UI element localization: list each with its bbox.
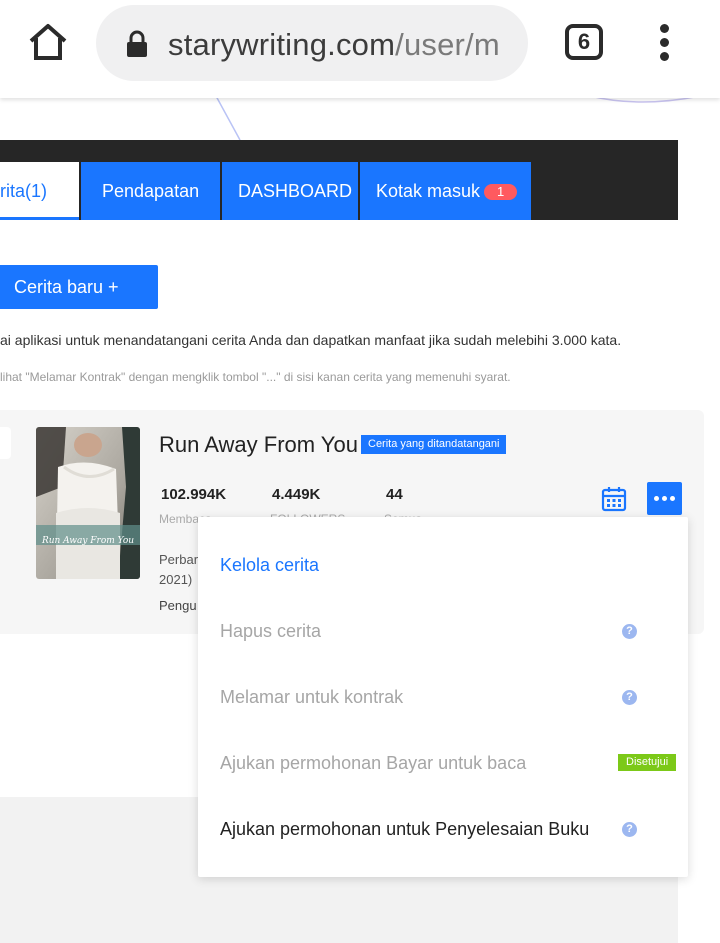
stat-followers-value: 4.449K xyxy=(272,486,321,503)
menu-item-label: Melamar untuk kontrak xyxy=(220,687,404,707)
more-options-button[interactable] xyxy=(647,482,682,515)
tab-inbox-label: Kotak masuk xyxy=(376,181,481,201)
help-icon[interactable]: ? xyxy=(622,822,637,837)
url-domain: starywriting.com xyxy=(168,27,396,62)
menu-item-manage-story[interactable]: Kelola cerita xyxy=(198,532,688,598)
inbox-count-badge: 1 xyxy=(484,184,518,200)
story-year-text: 2021) xyxy=(159,572,193,587)
story-status-text: Pengu xyxy=(159,598,197,613)
calendar-icon[interactable] xyxy=(601,486,627,512)
story-nav-tabs: rita(1) Pendapatan DASHBOARD Kotak masuk… xyxy=(0,140,678,220)
menu-item-label: Kelola cerita xyxy=(220,555,320,575)
menu-item-delete-story[interactable]: Hapus cerita ? xyxy=(198,598,688,664)
contract-hint-text: lihat "Melamar Kontrak" dengan mengklik … xyxy=(0,370,511,384)
url-text: starywriting.com/user/m xyxy=(168,27,500,63)
menu-item-label: Ajukan permohonan untuk Penyelesaian Buk… xyxy=(220,819,590,839)
tab-inbox[interactable]: Kotak masuk 1 xyxy=(360,162,531,220)
address-bar[interactable]: starywriting.com/user/m xyxy=(96,5,528,81)
new-story-button[interactable]: Cerita baru + xyxy=(0,265,158,309)
stat-chapters-value: 44 xyxy=(386,486,403,503)
story-update-info: Perbar 2021) xyxy=(159,550,198,590)
tab-switcher-button[interactable]: 6 xyxy=(565,24,603,60)
stat-reads-value: 102.994K xyxy=(161,486,227,503)
story-title[interactable]: Run Away From You xyxy=(159,432,358,458)
help-icon[interactable]: ? xyxy=(622,624,637,639)
menu-item-label: Ajukan permohonan Bayar untuk baca xyxy=(220,753,527,773)
home-icon[interactable] xyxy=(26,20,70,64)
story-updated-text: Perbar xyxy=(159,552,199,567)
signed-status-badge: Cerita yang ditandatangani xyxy=(361,435,507,454)
tab-stories[interactable]: rita(1) xyxy=(0,162,79,220)
browser-toolbar: starywriting.com/user/m 6 xyxy=(0,0,720,98)
contract-info-text: ai aplikasi untuk menandatangani cerita … xyxy=(0,332,622,348)
approved-badge: Disetujui xyxy=(618,754,677,771)
menu-item-apply-contract[interactable]: Melamar untuk kontrak ? xyxy=(198,664,688,730)
story-cover-image[interactable]: Run Away From You xyxy=(36,427,140,579)
lock-icon xyxy=(124,29,150,59)
cover-title-text: Run Away From You xyxy=(41,536,134,546)
kebab-menu-icon[interactable] xyxy=(654,24,674,62)
menu-item-book-completion[interactable]: Ajukan permohonan untuk Penyelesaian Buk… xyxy=(198,796,688,862)
menu-item-label: Hapus cerita xyxy=(220,621,322,641)
help-icon[interactable]: ? xyxy=(622,690,637,705)
tab-earnings[interactable]: Pendapatan xyxy=(81,162,220,220)
tab-dashboard[interactable]: DASHBOARD xyxy=(222,162,358,220)
menu-item-pay-to-read[interactable]: Ajukan permohonan Bayar untuk baca Diset… xyxy=(198,730,688,796)
story-options-menu: Kelola cerita Hapus cerita ? Melamar unt… xyxy=(198,517,688,877)
url-path: /user/m xyxy=(395,27,500,62)
card-edge-tab xyxy=(0,427,11,459)
